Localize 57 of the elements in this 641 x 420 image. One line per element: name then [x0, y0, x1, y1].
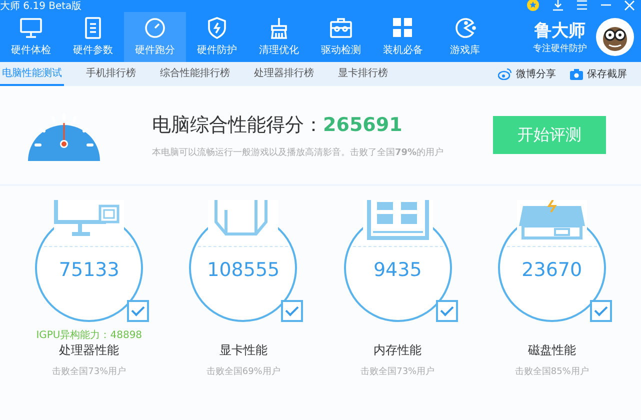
rank-text: 击败全国85%用户	[514, 366, 589, 378]
toolbox-icon	[330, 18, 352, 38]
action-link[interactable]: 保存截屏	[570, 67, 627, 81]
brand-name: 鲁大师	[534, 20, 586, 42]
camera-icon	[570, 68, 583, 80]
broom-icon	[270, 17, 288, 39]
monitor-icon	[20, 18, 42, 38]
action-link[interactable]: 微博分享	[498, 67, 556, 81]
checkbox[interactable]	[127, 300, 150, 322]
card-title: 处理器性能	[59, 342, 120, 359]
checkbox[interactable]	[590, 300, 612, 322]
weibo-icon	[498, 68, 512, 80]
window-title: 大师 6.19 Beta版	[0, 2, 82, 12]
card-title: 磁盘性能	[528, 342, 576, 359]
checkbox[interactable]	[281, 300, 304, 322]
nav-tab[interactable]: 硬件防护	[186, 12, 248, 62]
rank-text: 击败全国73%用户	[360, 366, 435, 378]
grid-icon	[393, 18, 412, 37]
score-description: 本电脑可以流畅运行一般游戏以及播放高清影音。击败了全国79%的用户	[152, 146, 444, 158]
score-value: 108555	[207, 259, 280, 281]
sub-tab[interactable]: 处理器排行榜	[252, 62, 316, 86]
score-value: 265691	[323, 114, 402, 136]
sub-tab[interactable]: 电脑性能测试	[0, 62, 64, 86]
score-value: 75133	[58, 259, 120, 281]
score-value: 23670	[522, 259, 582, 281]
pacman-icon	[456, 18, 476, 38]
igpu-score: IGPU异构能力：48898	[36, 328, 142, 342]
menu-icon[interactable]	[576, 0, 588, 10]
minimize-icon[interactable]	[600, 3, 612, 7]
gauge-icon	[145, 18, 165, 38]
nav-tab[interactable]: 清理优化	[248, 12, 310, 62]
card-title: 显卡性能	[219, 342, 268, 359]
sub-tab[interactable]: 综合性能排行榜	[158, 62, 232, 86]
download-icon[interactable]	[552, 0, 564, 11]
nav-tab[interactable]: 硬件跑分	[124, 12, 186, 62]
brand-slogan: 专注硬件防护	[533, 42, 587, 55]
nav-tab[interactable]: 硬件体检	[0, 12, 62, 62]
nav-tab[interactable]: 装机必备	[372, 12, 434, 62]
sub-tab[interactable]: 手机排行榜	[84, 62, 138, 86]
score-label: 电脑综合性能得分：	[152, 114, 323, 136]
document-icon	[85, 17, 101, 39]
cartoon-avatar-icon[interactable]	[595, 17, 635, 57]
nav-tab[interactable]: 硬件参数	[62, 12, 124, 62]
cube-outline-icon	[214, 200, 268, 236]
checkbox[interactable]	[436, 300, 458, 322]
close-icon[interactable]	[624, 0, 635, 10]
start-test-button[interactable]: 开始评测	[493, 116, 606, 154]
nav-tab[interactable]: 驱动检测	[310, 12, 372, 62]
medal-icon[interactable]	[526, 0, 540, 12]
score-value: 9435	[373, 259, 422, 281]
card-title: 内存性能	[374, 342, 422, 359]
rank-text: 击败全国73%用户	[52, 366, 126, 378]
sub-tab[interactable]: 显卡排行榜	[336, 62, 390, 86]
nav-tab[interactable]: 游戏库	[434, 12, 496, 62]
rank-text: 击败全国69%用户	[206, 366, 280, 378]
memory-module-icon	[366, 200, 429, 240]
shield-icon	[208, 17, 226, 39]
